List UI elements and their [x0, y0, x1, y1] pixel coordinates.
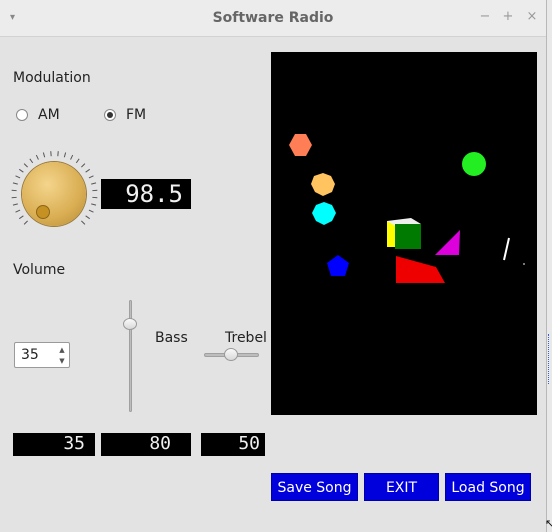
- close-button[interactable]: ×: [524, 9, 540, 24]
- green-cube-face-shape: [395, 224, 421, 249]
- light-orange-heptagon-shape: [311, 173, 335, 196]
- frequency-display: 98.5: [101, 179, 191, 209]
- white-line-shape: [503, 237, 510, 261]
- knob-tick: [23, 220, 28, 225]
- knob-tick: [63, 152, 66, 158]
- fm-radio-label: FM: [126, 107, 147, 123]
- green-circle-shape: [462, 152, 486, 176]
- knob-tick: [56, 151, 59, 157]
- knob-tick: [90, 203, 96, 206]
- bass-label: Bass: [155, 330, 188, 346]
- cyan-octagon-shape: [312, 202, 336, 225]
- magenta-triangle-shape: [435, 230, 460, 255]
- bass-slider-handle[interactable]: [123, 318, 137, 330]
- bass-slider-track[interactable]: [129, 300, 132, 412]
- mouse-cursor-icon: ↖: [545, 517, 552, 530]
- knob-tick: [35, 154, 39, 160]
- knob-tick: [88, 209, 94, 213]
- spin-down-icon[interactable]: ▼: [57, 356, 67, 366]
- am-radio-label: AM: [38, 107, 60, 123]
- background-window-edge: [546, 334, 552, 394]
- knob-tick: [91, 196, 97, 199]
- knob-tick: [75, 158, 80, 164]
- knob-tick: [11, 196, 17, 199]
- modulation-label: Modulation: [13, 70, 91, 86]
- am-radio-button[interactable]: [16, 109, 28, 121]
- knob-tick: [91, 189, 97, 192]
- knob-tick: [14, 209, 20, 213]
- visualizer-canvas: [271, 52, 537, 415]
- knob-tick: [80, 163, 85, 168]
- knob-tick: [84, 215, 90, 220]
- volume-readout: 35: [13, 433, 95, 456]
- app-window: ▾ Software Radio − + × Modulation AM FM …: [0, 0, 547, 532]
- window-title: Software Radio: [212, 10, 334, 26]
- knob-tick: [49, 151, 52, 157]
- knob-tick: [84, 168, 90, 173]
- volume-label: Volume: [13, 262, 66, 278]
- knob-tick: [12, 203, 18, 206]
- knob-tick: [28, 158, 33, 164]
- blue-pentagon-shape: [327, 255, 349, 276]
- volume-spin-value[interactable]: 35: [21, 347, 39, 363]
- visualizer-shapes: [289, 134, 525, 283]
- exit-button[interactable]: EXIT: [364, 473, 439, 501]
- volume-spinbox[interactable]: 35 ▲ ▼: [14, 342, 70, 368]
- spin-up-icon[interactable]: ▲: [57, 345, 67, 355]
- knob-tick: [90, 182, 96, 185]
- knob-tick: [11, 189, 17, 192]
- knob-tick: [12, 182, 18, 185]
- treble-label: Trebel: [225, 330, 267, 346]
- minimize-button[interactable]: −: [477, 9, 493, 24]
- save-song-button[interactable]: Save Song: [271, 473, 358, 501]
- tuning-knob[interactable]: [22, 162, 86, 226]
- knob-tick: [88, 175, 94, 179]
- orange-hexagon-shape: [289, 134, 312, 156]
- gray-dot-shape: [523, 263, 525, 265]
- knob-tick: [14, 175, 20, 179]
- treble-readout: 50: [201, 433, 265, 456]
- knob-tick: [69, 154, 73, 160]
- maximize-button[interactable]: +: [500, 9, 516, 24]
- load-song-button[interactable]: Load Song: [445, 473, 531, 501]
- title-bar: ▾ Software Radio − + ×: [0, 0, 546, 37]
- red-parallelogram-shape: [396, 256, 445, 283]
- bass-readout: 80: [101, 433, 191, 456]
- treble-slider-handle[interactable]: [224, 348, 238, 361]
- knob-tick: [23, 163, 28, 168]
- knob-indicator: [36, 205, 50, 219]
- knob-tick: [18, 168, 24, 173]
- fm-radio-button[interactable]: [104, 109, 116, 121]
- knob-tick: [18, 215, 24, 220]
- knob-tick: [42, 152, 45, 158]
- knob-tick: [80, 220, 85, 225]
